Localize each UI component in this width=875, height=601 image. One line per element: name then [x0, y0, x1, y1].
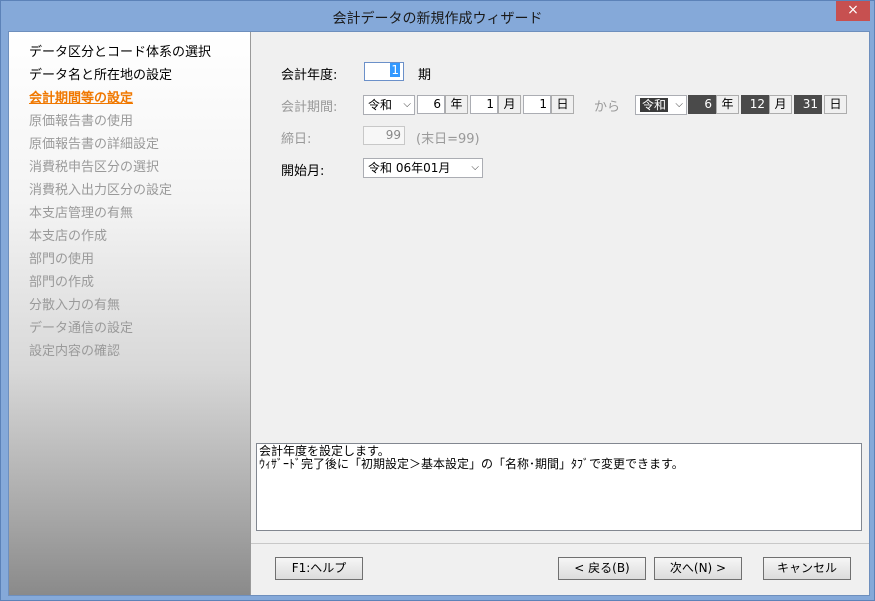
period-end-day-unit: 日 [824, 95, 847, 114]
fiscal-year-label: 会計年度: [281, 68, 338, 83]
period-start-era-select[interactable]: 令和 ⌵ [363, 95, 415, 115]
period-end-month-input[interactable]: 12 [741, 95, 769, 114]
start-month-value: 令和 06年01月 [368, 161, 451, 175]
back-button[interactable]: < 戻る(B) [558, 557, 646, 580]
period-start-year-input[interactable]: 6 [417, 95, 445, 114]
close-button[interactable]: × [836, 1, 870, 21]
period-from-text: から [594, 100, 621, 115]
period-start-day-input[interactable]: 1 [523, 95, 551, 114]
closing-day-label: 締日: [281, 132, 312, 147]
period-end-year-unit: 年 [716, 95, 739, 114]
button-separator [251, 543, 869, 544]
step-item: データ通信の設定 [29, 321, 134, 336]
title-bar: 会計データの新規作成ウィザード × [1, 1, 874, 31]
start-month-select[interactable]: 令和 06年01月 ⌵ [363, 158, 483, 178]
step-item: データ名と所在地の設定 [29, 68, 173, 83]
period-start-year-unit: 年 [445, 95, 468, 114]
fiscal-year-suffix: 期 [418, 68, 432, 83]
step-item: 分散入力の有無 [29, 298, 121, 313]
cancel-button[interactable]: キャンセル [763, 557, 851, 580]
chevron-down-icon: ⌵ [675, 99, 683, 110]
step-item: 本支店管理の有無 [29, 206, 134, 221]
period-start-day-unit: 日 [551, 95, 574, 114]
step-item: 原価報告書の使用 [29, 114, 134, 129]
start-month-label: 開始月: [281, 164, 325, 179]
step-item: 部門の作成 [29, 275, 95, 290]
closing-day-hint: (末日=99) [416, 132, 480, 147]
period-end-era-select[interactable]: 令和 ⌵ [635, 95, 687, 115]
period-end-month-unit: 月 [769, 95, 792, 114]
period-end-year-input[interactable]: 6 [688, 95, 716, 114]
next-button[interactable]: 次へ(N) > [654, 557, 742, 580]
help-button[interactable]: F1:ヘルプ [275, 557, 363, 580]
settings-panel: 会計年度: 1 期 会計期間: 令和 ⌵ 6 年 1 月 1 日 から 令和 ⌵ 6… [251, 32, 869, 595]
description-box: 会計年度を設定します。 ｳｨｻﾞｰﾄﾞ完了後に「初期設定＞基本設定」の「名称･期… [256, 443, 862, 531]
step-item: 消費税申告区分の選択 [29, 160, 160, 175]
step-item: 部門の使用 [29, 252, 95, 267]
period-label: 会計期間: [281, 100, 338, 115]
chevron-down-icon: ⌵ [403, 99, 411, 110]
step-item-current: 会計期間等の設定 [29, 91, 134, 106]
step-item: 設定内容の確認 [29, 344, 121, 359]
period-end-era: 令和 [640, 98, 669, 112]
chevron-down-icon: ⌵ [471, 162, 479, 173]
window-title: 会計データの新規作成ウィザード [332, 11, 543, 27]
period-start-month-unit: 月 [498, 95, 521, 114]
period-start-era: 令和 [368, 98, 393, 112]
step-item: データ区分とコード体系の選択 [29, 45, 212, 60]
wizard-window: 会計データの新規作成ウィザード × データ区分とコード体系の選択 データ名と所在… [0, 0, 875, 601]
step-item: 消費税入出力区分の設定 [29, 183, 173, 198]
step-item: 原価報告書の詳細設定 [29, 137, 160, 152]
wizard-client: データ区分とコード体系の選択 データ名と所在地の設定 会計期間等の設定 原価報告… [8, 31, 870, 596]
steps-sidebar: データ区分とコード体系の選択 データ名と所在地の設定 会計期間等の設定 原価報告… [9, 32, 251, 595]
fiscal-year-input[interactable]: 1 [364, 62, 404, 81]
period-end-day-input[interactable]: 31 [794, 95, 822, 114]
fiscal-year-value: 1 [390, 63, 400, 77]
period-start-month-input[interactable]: 1 [470, 95, 498, 114]
description-line: ｳｨｻﾞｰﾄﾞ完了後に「初期設定＞基本設定」の「名称･期間」ﾀﾌﾞで変更できます… [259, 457, 684, 471]
step-item: 本支店の作成 [29, 229, 108, 244]
closing-day-input[interactable]: 99 [363, 126, 405, 145]
